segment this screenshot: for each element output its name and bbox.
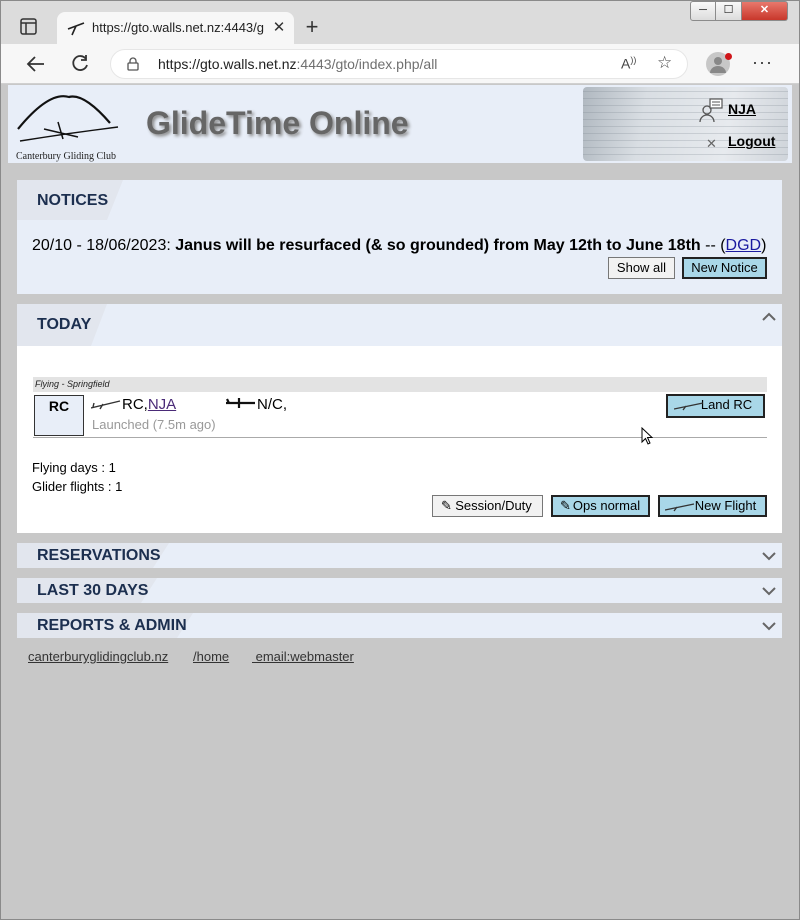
glider-icon — [91, 400, 121, 410]
tab-title: https://gto.walls.net.nz:4443/gto — [92, 20, 264, 35]
today-title: TODAY — [37, 316, 92, 333]
add-favorite-icon[interactable]: ☆ — [657, 53, 672, 73]
ops-normal-button[interactable]: ✎ Ops normal — [551, 495, 650, 517]
reservations-header[interactable]: RESERVATIONS — [17, 543, 782, 568]
new-tab-icon[interactable]: + — [300, 16, 324, 40]
browser-toolbar: https://gto.walls.net.nz:4443/gto/index.… — [0, 44, 800, 84]
close-tab-icon[interactable]: ✕ — [271, 18, 287, 38]
mouse-cursor-icon — [641, 427, 653, 445]
reservations-title: RESERVATIONS — [37, 547, 161, 564]
email-webmaster-link[interactable]: email:webmaster — [252, 649, 354, 664]
back-arrow-icon[interactable] — [24, 52, 48, 76]
maximize-button[interactable]: ☐ — [716, 1, 742, 21]
glider-favicon-icon — [67, 20, 85, 36]
notices-section: NOTICES 20/10 - 18/06/2023: Janus will b… — [17, 180, 782, 294]
club-website-link[interactable]: canterburyglidingclub.nz — [28, 649, 168, 664]
refresh-icon[interactable] — [68, 52, 92, 76]
address-bar[interactable]: https://gto.walls.net.nz:4443/gto/index.… — [110, 49, 688, 79]
notices-title: NOTICES — [37, 192, 109, 209]
glider-code-box[interactable]: RC — [34, 395, 84, 436]
user-icon — [698, 97, 724, 123]
more-options-icon[interactable]: ··· — [752, 52, 773, 73]
glider-icon — [665, 503, 695, 512]
show-all-button[interactable]: Show all — [608, 257, 675, 279]
launched-status: Launched (7.5m ago) — [92, 417, 216, 432]
tab-strip: https://gto.walls.net.nz:4443/gto ✕ + ─ … — [0, 0, 800, 44]
pencil-icon: ✎ — [441, 498, 452, 513]
glider-flight: RC,NJA — [122, 396, 177, 413]
url-text[interactable]: https://gto.walls.net.nz:4443/gto/index.… — [158, 56, 437, 72]
window-controls: ─ ☐ ✕ — [690, 1, 790, 21]
notification-dot — [725, 53, 732, 60]
flying-days-stat: Flying days : 1 — [32, 460, 116, 475]
session-duty-button[interactable]: ✎ Session/Duty — [432, 495, 543, 517]
close-window-button[interactable]: ✕ — [742, 1, 788, 21]
logout-link[interactable]: Logout — [728, 133, 775, 149]
minimize-button[interactable]: ─ — [690, 1, 716, 21]
location-label: Flying - Springfield — [33, 377, 767, 392]
read-aloud-icon[interactable]: A)) — [621, 55, 636, 72]
new-notice-button[interactable]: New Notice — [682, 257, 767, 279]
club-logo[interactable]: Canterbury Gliding Club — [14, 89, 124, 163]
land-button[interactable]: Land RC — [666, 394, 765, 418]
chevron-up-icon[interactable] — [762, 312, 776, 322]
today-header[interactable]: TODAY — [17, 304, 782, 346]
notice-author-link[interactable]: DGD — [726, 237, 762, 254]
tug-plane-icon — [226, 398, 255, 408]
last-30-days-title: LAST 30 DAYS — [37, 582, 149, 599]
browser-tab[interactable]: https://gto.walls.net.nz:4443/gto ✕ — [57, 12, 294, 44]
club-name: Canterbury Gliding Club — [16, 151, 116, 162]
reports-admin-title: REPORTS & ADMIN — [37, 617, 187, 634]
pencil-icon: ✎ — [560, 498, 571, 513]
tab-actions-icon[interactable] — [18, 16, 40, 38]
reports-admin-header[interactable]: REPORTS & ADMIN — [17, 613, 782, 638]
lock-icon[interactable] — [127, 57, 139, 71]
last-30-days-header[interactable]: LAST 30 DAYS — [17, 578, 782, 603]
chevron-down-icon[interactable] — [762, 621, 776, 631]
today-section: Flying - Springfield RC RC,NJA Launched … — [17, 346, 782, 533]
glider-icon — [674, 402, 704, 411]
pilot-link[interactable]: NJA — [148, 396, 176, 413]
app-title: GlideTime Online — [146, 105, 409, 141]
logout-icon: ✕ — [706, 136, 717, 151]
glider-flights-stat: Glider flights : 1 — [32, 479, 123, 494]
header-photo — [583, 87, 788, 161]
profile-avatar-icon[interactable] — [706, 52, 732, 76]
site-header: Canterbury Gliding Club GlideTime Online… — [8, 85, 792, 163]
chevron-down-icon[interactable] — [762, 586, 776, 596]
chevron-down-icon[interactable] — [762, 551, 776, 561]
tug-flight: N/C, — [257, 396, 287, 413]
new-flight-button[interactable]: New Flight — [658, 495, 767, 517]
home-link[interactable]: /home — [193, 649, 229, 664]
user-link[interactable]: NJA — [728, 101, 756, 117]
row-divider — [33, 437, 767, 438]
notice-item: 20/10 - 18/06/2023: Janus will be resurf… — [32, 237, 767, 254]
